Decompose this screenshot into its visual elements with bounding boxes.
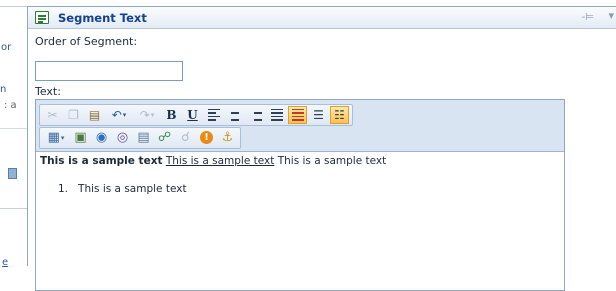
plain-sample-text: This is a sample text <box>277 155 387 167</box>
background-text-fragment: : a <box>4 100 17 111</box>
content-line: This is a sample text This is a sample t… <box>40 154 560 169</box>
unlink-icon[interactable]: ☌ <box>176 129 195 147</box>
bold-icon[interactable]: B <box>162 106 181 124</box>
flash-icon[interactable]: ◎ <box>113 129 132 147</box>
background-text-fragment: or <box>1 42 12 53</box>
underlined-sample-text: This is a sample text <box>165 155 275 167</box>
bold-sample-text: This is a sample text <box>40 155 163 167</box>
media-icon[interactable]: ◉ <box>92 129 111 147</box>
order-of-segment-label: Order of Segment: <box>35 35 138 48</box>
image-icon[interactable]: ▣ <box>71 129 90 147</box>
align-left-icon[interactable] <box>204 106 223 124</box>
toolbar-row-1: ✂ ❐ ▤ ↶ ▾ ↷ ▾ B U ☰ ☷ <box>39 103 561 126</box>
highlight-icon[interactable] <box>288 105 307 124</box>
toolbar-group: ✂ ❐ ▤ ↶ ▾ ↷ ▾ B U ☰ ☷ <box>39 103 353 126</box>
panel-title: Segment Text <box>58 11 147 25</box>
numbered-list-item: 1. This is a sample text <box>40 183 560 195</box>
align-center-icon[interactable] <box>225 106 244 124</box>
text-label: Text: <box>35 85 61 98</box>
background-icon[interactable] <box>8 168 17 179</box>
copy-icon[interactable]: ❐ <box>64 106 83 124</box>
cut-icon[interactable]: ✂ <box>43 106 62 124</box>
document-lines-icon <box>35 11 49 24</box>
editor-content[interactable]: This is a sample text This is a sample t… <box>36 152 564 197</box>
redo-icon[interactable]: ↷ ▾ <box>134 106 160 124</box>
link-icon[interactable]: ☍ <box>155 129 174 147</box>
paste-icon[interactable]: ▤ <box>85 106 104 124</box>
anchor-icon[interactable]: ⚓ <box>218 129 237 147</box>
underline-icon[interactable]: U <box>183 106 202 124</box>
background-link[interactable]: e <box>2 257 8 269</box>
rich-text-editor: ✂ ❐ ▤ ↶ ▾ ↷ ▾ B U ☰ ☷ ▦ ▾ ▣ ◉ ◎ ▤ ☍ ☌ ! … <box>35 99 565 291</box>
list-number: 1. <box>58 183 69 195</box>
alert-icon[interactable]: ! <box>197 129 216 147</box>
editor-toolbar: ✂ ❐ ▤ ↶ ▾ ↷ ▾ B U ☰ ☷ ▦ ▾ ▣ ◉ ◎ ▤ ☍ ☌ ! … <box>36 100 564 152</box>
background-divider <box>0 208 30 209</box>
align-right-icon[interactable] <box>246 106 265 124</box>
pin-icon[interactable]: -⊨ <box>582 12 594 24</box>
order-of-segment-input[interactable] <box>35 61 183 81</box>
bullet-list-icon[interactable]: ☰ <box>309 106 328 124</box>
undo-icon[interactable]: ↶ ▾ <box>106 106 132 124</box>
background-text-fragment: n <box>0 84 7 95</box>
numbered-list-icon[interactable]: ☷ <box>330 105 349 124</box>
document-icon[interactable]: ▤ <box>134 129 153 147</box>
justify-icon[interactable] <box>267 106 286 124</box>
segment-text-panel: Segment Text -⊨ ▾ Order of Segment: Text… <box>27 6 616 291</box>
panel-titlebar[interactable]: Segment Text -⊨ ▾ <box>28 7 616 29</box>
background-divider <box>0 6 30 7</box>
toolbar-row-2: ▦ ▾ ▣ ◉ ◎ ▤ ☍ ☌ ! ⚓ <box>39 126 561 149</box>
background-divider <box>0 128 30 129</box>
table-icon[interactable]: ▦ ▾ <box>43 129 69 147</box>
menu-dots-icon[interactable]: ▾ <box>608 9 614 22</box>
list-item-text: This is a sample text <box>78 183 187 195</box>
toolbar-group: ▦ ▾ ▣ ◉ ◎ ▤ ☍ ☌ ! ⚓ <box>39 126 241 149</box>
